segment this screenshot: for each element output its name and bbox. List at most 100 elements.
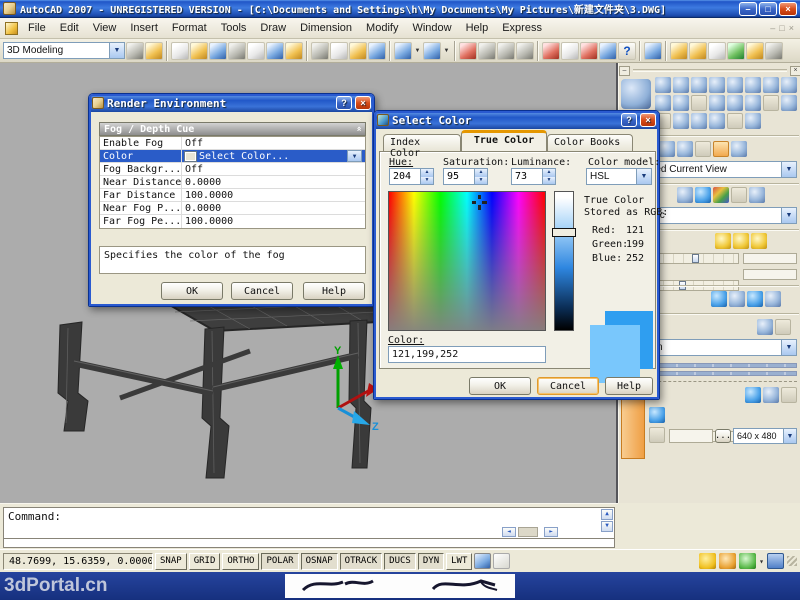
chevron-down-icon[interactable]: ▼	[781, 208, 796, 223]
layers-icon[interactable]	[644, 41, 662, 60]
sweep-icon[interactable]	[727, 95, 743, 111]
cube-icon[interactable]	[673, 77, 689, 93]
cancel-button[interactable]: Cancel	[537, 377, 599, 395]
property-row[interactable]: Fog Backgr... Off	[100, 163, 365, 176]
menu-file[interactable]: File	[21, 19, 53, 37]
cylinder-icon[interactable]	[745, 77, 761, 93]
scroll-up-icon[interactable]: ▲	[601, 509, 613, 520]
mdi-close-button[interactable]: ×	[789, 23, 794, 33]
sun-properties-icon[interactable]	[733, 233, 749, 249]
model-space-icon[interactable]	[474, 553, 492, 569]
point-light-icon[interactable]	[689, 41, 707, 60]
color-model-combo[interactable]: HSL ▼	[586, 168, 652, 185]
dyn-toggle[interactable]: DYN	[417, 552, 445, 570]
render-panel-expanded-strip[interactable]	[621, 397, 645, 459]
select-color-titlebar[interactable]: Select Color ? ×	[374, 111, 659, 129]
help-button[interactable]: Help	[303, 282, 365, 300]
menu-insert[interactable]: Insert	[123, 19, 165, 37]
help-button[interactable]: Help	[605, 377, 653, 395]
dashboard-close-icon[interactable]: ×	[790, 65, 800, 76]
zoom-previous-icon[interactable]	[516, 41, 534, 60]
press-pull-icon[interactable]	[763, 95, 779, 111]
property-row-selected[interactable]: Color Select Color... ▼	[100, 150, 365, 163]
open-icon[interactable]	[190, 41, 208, 60]
tray-menu-arrow-icon[interactable]: ▾	[759, 557, 764, 566]
command-input-line[interactable]	[3, 539, 615, 548]
menu-draw[interactable]: Draw	[253, 19, 293, 37]
quickcalc-icon[interactable]	[599, 41, 617, 60]
lock-icon[interactable]	[719, 553, 737, 569]
undo-dropdown-icon[interactable]: ▼	[413, 42, 422, 60]
torus-icon[interactable]	[781, 77, 797, 93]
property-row[interactable]: Enable Fog Off	[100, 137, 365, 150]
menu-edit[interactable]: Edit	[53, 19, 86, 37]
3d-make-panel-icon[interactable]	[621, 79, 651, 109]
chevron-down-icon[interactable]: ▼	[781, 162, 796, 177]
zoom-window-icon[interactable]	[497, 41, 515, 60]
3d-mirror-icon[interactable]	[745, 113, 761, 129]
render-environment-titlebar[interactable]: Render Environment ? ×	[89, 94, 374, 112]
plot-preview-icon[interactable]	[247, 41, 265, 60]
ortho-toggle[interactable]: ORTHO	[222, 552, 260, 570]
slice-icon[interactable]	[781, 95, 797, 111]
intersect-icon[interactable]	[709, 113, 725, 129]
pan-icon[interactable]	[459, 41, 477, 60]
dwf-icon[interactable]	[285, 41, 303, 60]
new-file-icon[interactable]	[171, 41, 189, 60]
menu-window[interactable]: Window	[405, 19, 458, 37]
visual-styles-manager-icon[interactable]	[713, 187, 729, 203]
brightness-field[interactable]	[743, 253, 797, 264]
output-size-combo[interactable]: 640 x 480 ▼	[733, 428, 797, 444]
cut-icon[interactable]	[311, 41, 329, 60]
polar-toggle[interactable]: POLAR	[261, 552, 299, 570]
tab-index-color[interactable]: Index Color	[383, 134, 461, 159]
menu-modify[interactable]: Modify	[359, 19, 405, 37]
output-filename-field[interactable]	[669, 429, 713, 443]
chevron-down-icon[interactable]: ▼	[347, 150, 362, 162]
undo-icon[interactable]	[394, 41, 412, 60]
sphere-icon[interactable]	[727, 77, 743, 93]
trusted-dwg-icon[interactable]	[739, 553, 757, 569]
polysolid-icon[interactable]	[655, 95, 671, 111]
render-toolbar-icon[interactable]	[765, 41, 783, 60]
publish-icon[interactable]	[266, 41, 284, 60]
box-icon[interactable]	[655, 77, 671, 93]
workspace-combo[interactable]: 3D Modeling ▼	[3, 42, 125, 59]
markup-icon[interactable]	[580, 41, 598, 60]
perspective-projection-icon[interactable]	[731, 141, 747, 157]
dialog-close-icon[interactable]: ×	[355, 96, 371, 110]
camera-icon[interactable]	[695, 141, 711, 157]
property-row[interactable]: Near Distance 0.0000	[100, 176, 365, 189]
mdi-restore-button[interactable]: □	[779, 23, 784, 33]
hue-spinner[interactable]: 204 ▲ ▼	[389, 168, 434, 185]
scroll-left-icon[interactable]: ◄	[502, 527, 516, 537]
menu-view[interactable]: View	[86, 19, 124, 37]
revolve-icon[interactable]	[709, 95, 725, 111]
render-presets-icon[interactable]	[763, 387, 779, 403]
parallel-projection-icon[interactable]	[713, 141, 729, 157]
ducs-toggle[interactable]: DUCS	[384, 552, 416, 570]
dashboard-grab-bar[interactable]	[633, 69, 787, 72]
sun-light-icon[interactable]	[727, 41, 745, 60]
redo-dropdown-icon[interactable]: ▼	[442, 42, 451, 60]
spin-down-icon[interactable]: ▼	[421, 176, 433, 184]
2d-wireframe-icon[interactable]	[677, 187, 693, 203]
3d-hidden-icon[interactable]	[695, 187, 711, 203]
edge-jitter-icon[interactable]	[749, 187, 765, 203]
pyramid-icon[interactable]	[763, 77, 779, 93]
grid-toggle[interactable]: GRID	[188, 552, 221, 570]
zoom-realtime-icon[interactable]	[478, 41, 496, 60]
sheet-set-manager-icon[interactable]	[542, 41, 560, 60]
walk-icon[interactable]	[677, 141, 693, 157]
menu-tools[interactable]: Tools	[214, 19, 254, 37]
light-list-icon[interactable]	[751, 233, 767, 249]
saturation-spinner[interactable]: 95 ▲ ▼	[443, 168, 488, 185]
dialog-close-icon[interactable]: ×	[640, 113, 656, 127]
hue-saturation-gradient[interactable]	[388, 191, 546, 331]
menu-express[interactable]: Express	[495, 19, 549, 37]
coordinate-readout[interactable]: 48.7699, 15.6359, 0.0000	[3, 552, 153, 570]
chevron-down-icon[interactable]: ▼	[781, 340, 796, 355]
ok-button[interactable]: OK	[161, 282, 223, 300]
output-file-icon[interactable]	[649, 427, 665, 443]
ok-button[interactable]: OK	[469, 377, 531, 395]
